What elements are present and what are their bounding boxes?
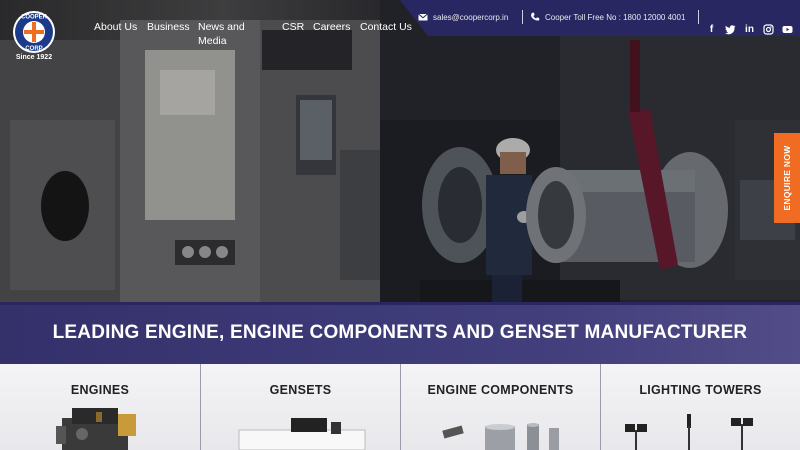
page: sales@coopercorp.in Cooper Toll Free No … (0, 0, 800, 450)
enquire-now-button[interactable]: ENQUIRE NOW (774, 133, 800, 223)
social-links: f in (706, 24, 793, 35)
logo-text-bottom: CORP (25, 46, 42, 52)
enquire-now-label: ENQUIRE NOW (782, 145, 792, 211)
tagline-banner: LEADING ENGINE, ENGINE COMPONENTS AND GE… (0, 302, 800, 364)
category-engines[interactable]: ENGINES (0, 364, 200, 450)
logo-text-top: COOPER (21, 15, 48, 21)
nav-csr[interactable]: CSR (282, 20, 304, 34)
category-title: GENSETS (269, 383, 332, 397)
nav-about-us[interactable]: About Us (94, 20, 137, 34)
twitter-icon[interactable] (725, 24, 736, 35)
lighting-tower-product-image (625, 414, 753, 450)
banner-title: LEADING ENGINE, ENGINE COMPONENTS AND GE… (52, 322, 748, 343)
since-label: Since 1922 (15, 54, 53, 61)
engine-product-image (56, 408, 136, 450)
facebook-icon[interactable]: f (706, 24, 717, 35)
nav-contact-us[interactable]: Contact Us (360, 20, 412, 34)
category-gensets[interactable]: GENSETS (200, 364, 400, 450)
nav-careers[interactable]: Careers (313, 20, 350, 34)
category-strip: ENGINES GENSETS ENGINE COMPONENTS LIGHTI… (0, 364, 800, 450)
category-title: ENGINES (70, 383, 130, 397)
phone-icon (531, 12, 540, 21)
topbar-divider (698, 10, 699, 24)
phone-text: Cooper Toll Free No : 1800 12000 4001 (545, 12, 686, 22)
nav-news-line2: Media (198, 35, 227, 47)
category-engine-components[interactable]: ENGINE COMPONENTS (400, 364, 600, 450)
category-title: ENGINE COMPONENTS (427, 383, 574, 397)
hero-image: sales@coopercorp.in Cooper Toll Free No … (0, 0, 800, 302)
nav-news-line1: News and (198, 21, 245, 33)
phone-contact[interactable]: Cooper Toll Free No : 1800 12000 4001 (530, 10, 685, 24)
email-contact[interactable]: sales@coopercorp.in (418, 10, 508, 24)
category-lighting-towers[interactable]: LIGHTING TOWERS (600, 364, 800, 450)
topbar-divider (522, 10, 523, 24)
hero-photo-illustration (0, 0, 800, 302)
instagram-icon[interactable] (763, 24, 774, 35)
linkedin-icon[interactable]: in (744, 24, 755, 35)
genset-product-image (238, 418, 366, 450)
email-text: sales@coopercorp.in (433, 12, 509, 22)
youtube-icon[interactable] (782, 24, 793, 35)
engine-components-product-image (442, 423, 559, 450)
category-title: LIGHTING TOWERS (639, 383, 762, 397)
nav-news-and-media[interactable]: News and Media (198, 20, 245, 48)
envelope-icon (418, 13, 428, 21)
nav-business[interactable]: Business (147, 20, 190, 34)
